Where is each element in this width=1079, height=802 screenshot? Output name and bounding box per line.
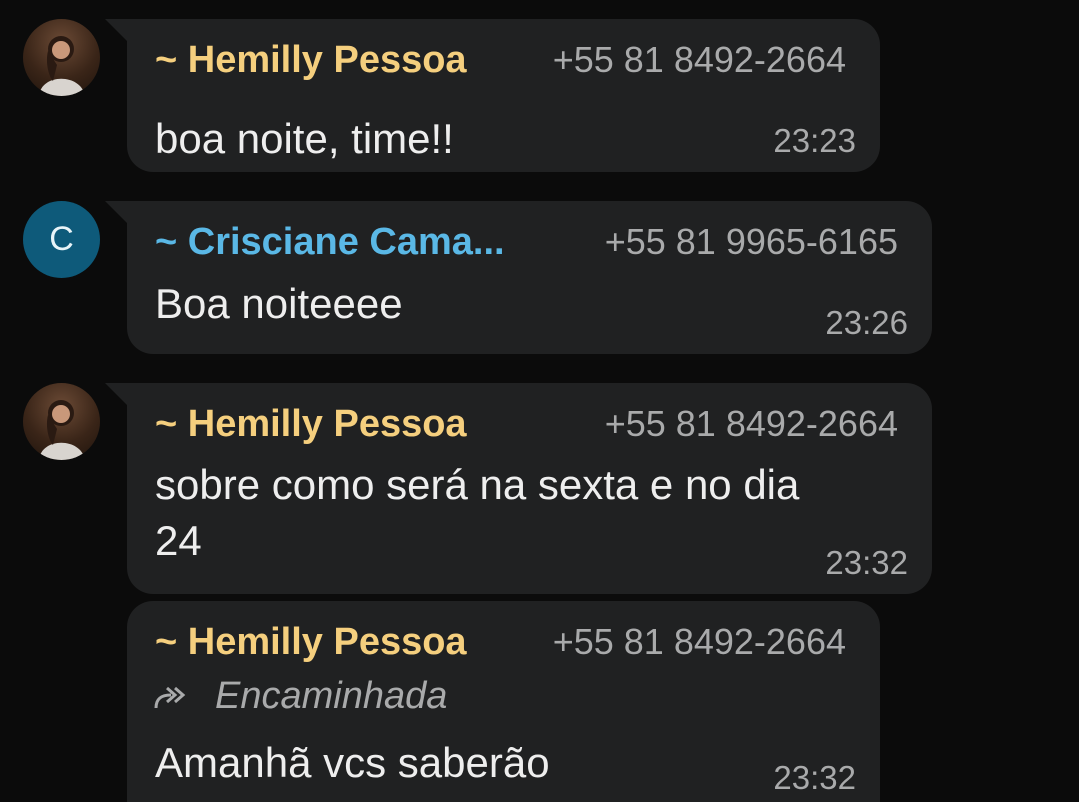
forward-arrow-icon xyxy=(154,686,186,708)
message-text-line: 24 xyxy=(155,517,202,564)
sender-avatar[interactable]: C xyxy=(23,201,100,278)
sender-phone[interactable]: +55 81 9965-6165 xyxy=(605,221,898,263)
sender-phone[interactable]: +55 81 8492-2664 xyxy=(553,621,846,663)
message-header: ~ Crisciane Cama... +55 81 9965-6165 xyxy=(155,221,898,264)
forwarded-label: Encaminhada xyxy=(215,675,448,717)
message-text: Boa noiteeee xyxy=(155,280,403,327)
sender-phone[interactable]: +55 81 8492-2664 xyxy=(553,39,846,81)
message-bubble[interactable]: ~ Crisciane Cama... +55 81 9965-6165 Boa… xyxy=(105,201,932,354)
message-time: 23:23 xyxy=(773,122,856,159)
sender-phone[interactable]: +55 81 8492-2664 xyxy=(605,403,898,445)
sender-name[interactable]: ~ Hemilly Pessoa xyxy=(155,403,467,446)
sender-avatar[interactable] xyxy=(23,19,100,96)
message-bubble[interactable]: ~ Hemilly Pessoa +55 81 8492-2664 boa no… xyxy=(105,19,880,172)
avatar-photo-icon xyxy=(39,400,85,460)
forwarded-indicator: Encaminhada xyxy=(153,675,447,718)
message-text: Amanhã vcs saberão xyxy=(155,739,550,786)
message-time: 23:32 xyxy=(825,544,908,581)
message-header: ~ Hemilly Pessoa +55 81 8492-2664 xyxy=(155,621,846,664)
message-text-line: sobre como será na sexta e no dia xyxy=(155,461,800,508)
sender-name[interactable]: ~ Hemilly Pessoa xyxy=(155,39,467,82)
sender-name[interactable]: ~ Hemilly Pessoa xyxy=(155,621,467,664)
avatar-photo-icon xyxy=(39,36,85,96)
message-text: sobre como será na sexta e no dia 24 xyxy=(155,457,799,569)
avatar-initial: C xyxy=(49,220,74,258)
sender-name[interactable]: ~ Crisciane Cama... xyxy=(155,221,505,264)
message-header: ~ Hemilly Pessoa +55 81 8492-2664 xyxy=(155,39,846,82)
message-time: 23:26 xyxy=(825,304,908,341)
message-bubble[interactable]: ~ Hemilly Pessoa +55 81 8492-2664 Encami… xyxy=(127,601,880,802)
chat-message-list[interactable]: ~ Hemilly Pessoa +55 81 8492-2664 boa no… xyxy=(0,0,1079,802)
sender-avatar[interactable] xyxy=(23,383,100,460)
message-time: 23:32 xyxy=(773,759,856,796)
message-bubble[interactable]: ~ Hemilly Pessoa +55 81 8492-2664 sobre … xyxy=(105,383,932,594)
message-header: ~ Hemilly Pessoa +55 81 8492-2664 xyxy=(155,403,898,446)
message-text: boa noite, time!! xyxy=(155,115,454,162)
